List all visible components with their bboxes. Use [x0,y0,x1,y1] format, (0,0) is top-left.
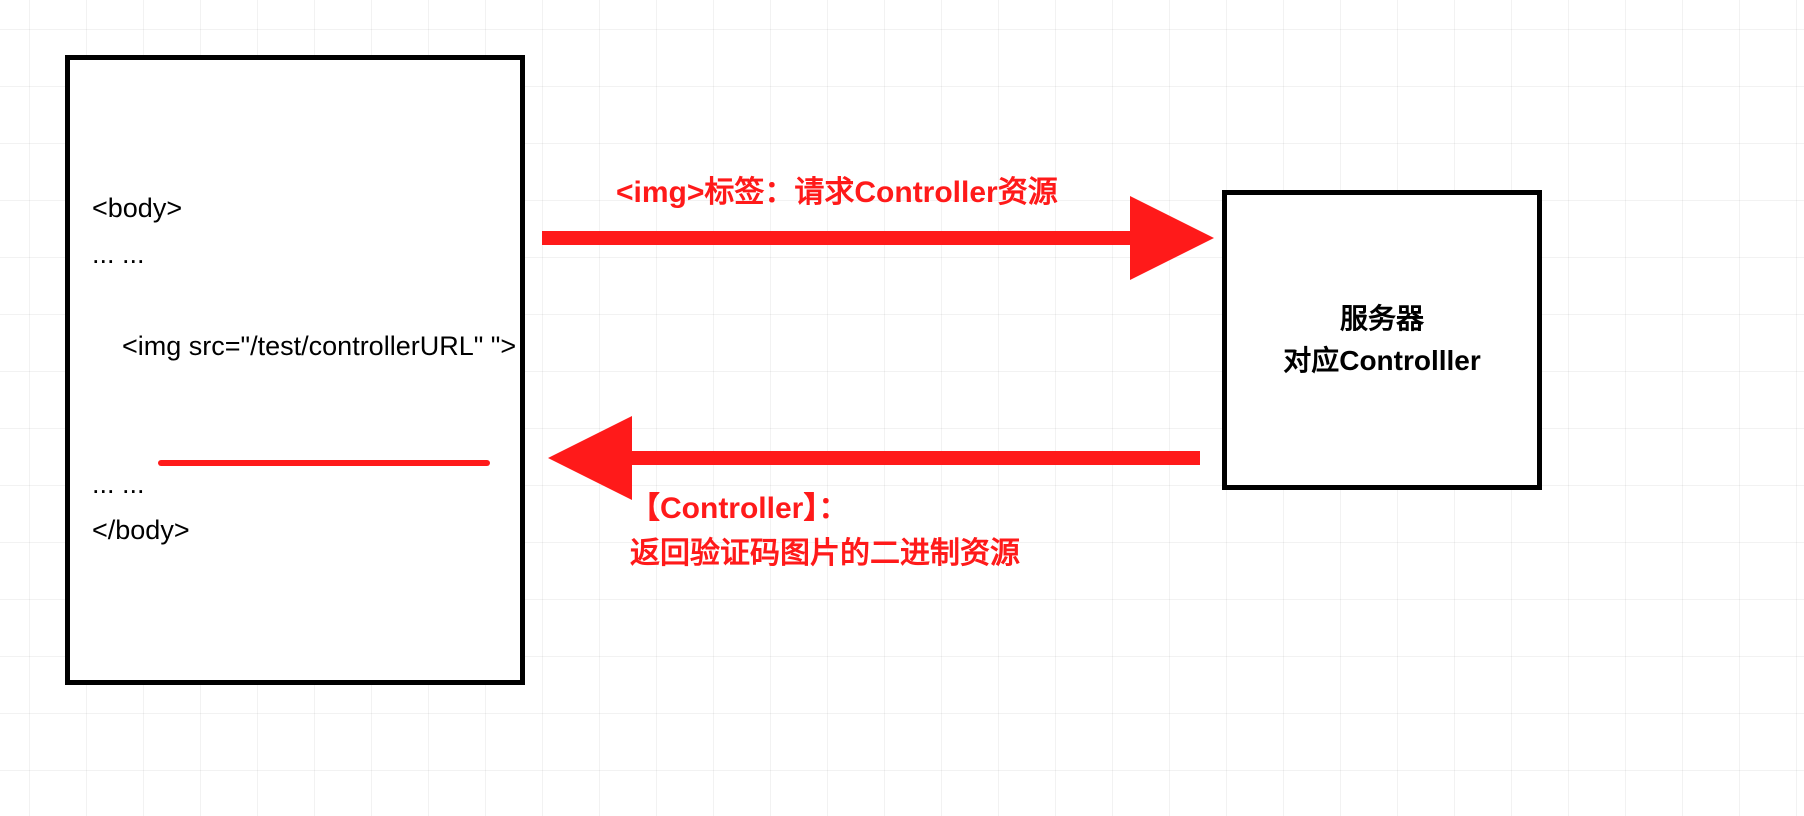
response-label-line2: 返回验证码图片的二进制资源 [630,531,1020,576]
server-box-text: 服务器 对应Controlller [1283,298,1481,382]
code-line-img-text: <img src="/test/controllerURL" "> [122,331,516,361]
code-line: </body> [92,508,498,554]
request-label-text: <img>标签：请求Controller资源 [616,176,1058,209]
request-arrow-label: <img>标签：请求Controller资源 [616,170,1058,215]
server-line1: 服务器 [1283,298,1481,340]
client-code-box: <body> ... ... <img src="/test/controlle… [65,55,525,685]
code-line: <body> [92,186,498,232]
response-arrow-label: 【Controller】： 返回验证码图片的二进制资源 [630,486,1020,576]
red-underline [158,460,490,466]
code-line: ... ... [92,462,498,508]
server-box: 服务器 对应Controlller [1222,190,1542,490]
server-line2: 对应Controlller [1283,340,1481,382]
response-label-line1: 【Controller】： [630,486,1020,531]
code-line-img: <img src="/test/controllerURL" "> [92,278,498,462]
code-line: ... ... [92,232,498,278]
